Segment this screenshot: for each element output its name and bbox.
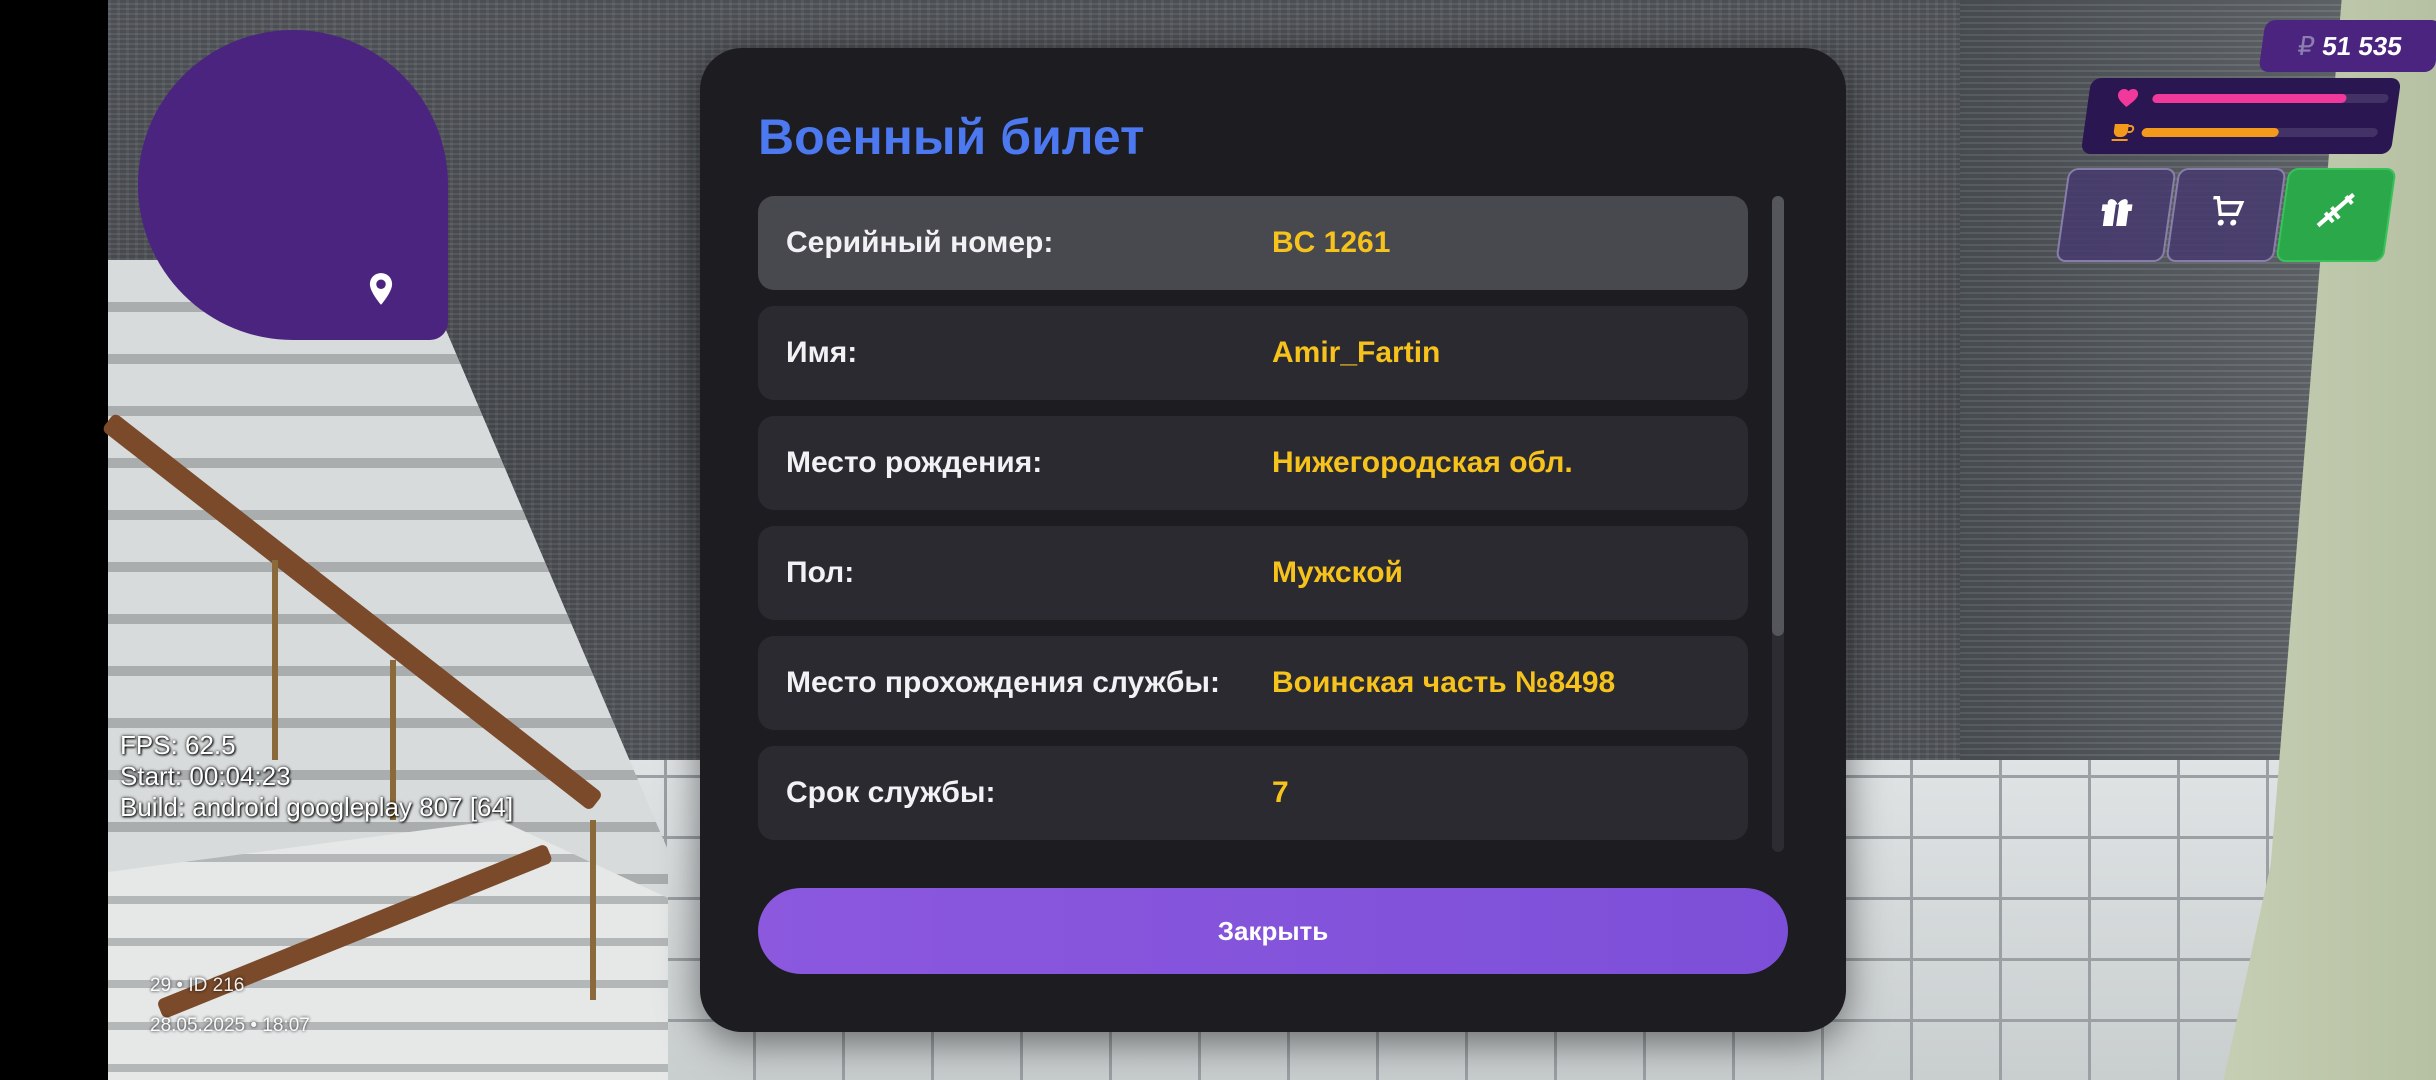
info-row-birthplace[interactable]: Место рождения: Нижегородская обл.	[758, 416, 1748, 510]
row-value: Воинская часть №8498	[1272, 666, 1616, 699]
health-bar	[2151, 94, 2390, 103]
row-label: Имя:	[786, 336, 858, 369]
money-display: ₽ 51 535	[2258, 20, 2436, 72]
row-value: 7	[1272, 776, 1289, 809]
ruble-icon: ₽	[2295, 30, 2317, 61]
build-text: Build: android googleplay 807 [64]	[120, 792, 514, 822]
gift-button[interactable]	[2055, 168, 2177, 262]
hunger-row	[2108, 120, 2138, 148]
coffee-icon	[2108, 120, 2138, 148]
row-value: Нижегородская обл.	[1272, 446, 1573, 479]
row-label: Место рождения:	[786, 446, 1043, 479]
weapon-icon	[2310, 189, 2361, 242]
health-bar-fill	[2151, 94, 2347, 103]
close-button[interactable]: Закрыть	[758, 888, 1788, 974]
heart-icon	[2112, 86, 2142, 114]
row-label: Серийный номер:	[786, 226, 1054, 259]
minimap[interactable]	[138, 30, 448, 340]
start-time-text: Start: 00:04:23	[120, 761, 291, 791]
hunger-bar	[2141, 128, 2379, 137]
info-row-service-place[interactable]: Место прохождения службы: Воинская часть…	[758, 636, 1748, 730]
shop-button[interactable]	[2165, 168, 2287, 262]
row-label: Пол:	[786, 556, 855, 589]
row-value: Amir_Fartin	[1272, 336, 1441, 369]
row-value: BC 1261	[1272, 226, 1391, 259]
info-row-serial[interactable]: Серийный номер: BC 1261	[758, 196, 1748, 290]
screen-edge	[0, 0, 108, 1080]
cart-icon	[2203, 191, 2250, 240]
health-row	[2112, 86, 2142, 114]
info-row-gender[interactable]: Пол: Мужской	[758, 526, 1748, 620]
money-amount: 51 535	[2320, 30, 2405, 61]
weapon-button[interactable]	[2275, 168, 2397, 262]
server-id-text: 29 • ID 216	[150, 975, 245, 996]
datetime-text: 28.05.2025 • 18:07	[150, 1015, 310, 1036]
hunger-bar-fill	[2141, 128, 2280, 137]
scrollbar[interactable]	[1772, 196, 1784, 852]
rail-post	[590, 820, 596, 1000]
fps-text: FPS: 62.5	[120, 730, 236, 760]
info-list[interactable]: Серийный номер: BC 1261 Имя: Amir_Fartin…	[758, 196, 1748, 856]
scrollbar-thumb[interactable]	[1772, 196, 1784, 636]
row-value: Мужской	[1272, 556, 1403, 589]
row-label: Место прохождения службы:	[786, 666, 1221, 699]
info-row-name[interactable]: Имя: Amir_Fartin	[758, 306, 1748, 400]
location-pin-icon[interactable]	[362, 270, 400, 308]
debug-overlay: FPS: 62.5 Start: 00:04:23 Build: android…	[120, 730, 513, 823]
player-stats-panel	[2080, 78, 2402, 154]
gift-icon	[2093, 191, 2140, 240]
military-id-modal: Военный билет Серийный номер: BC 1261 Им…	[700, 48, 1846, 1032]
row-label: Срок службы:	[786, 776, 996, 809]
modal-title: Военный билет	[758, 109, 1145, 165]
info-row-service-term[interactable]: Срок службы: 7	[758, 746, 1748, 840]
